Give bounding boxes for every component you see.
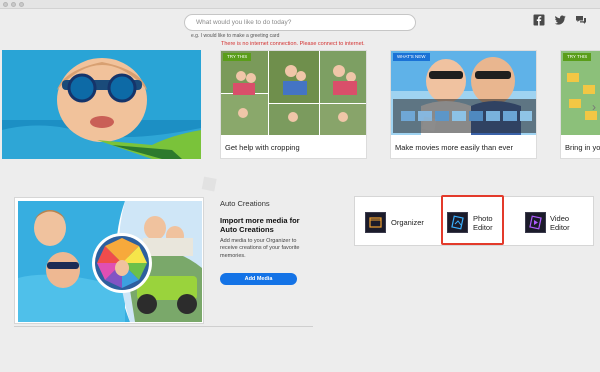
video-editor-app-button[interactable]: Video Editor <box>505 197 595 247</box>
no-connection-message: There is no internet connection. Please … <box>221 41 365 47</box>
twitter-icon[interactable] <box>554 14 566 26</box>
window-title-bar <box>0 0 600 9</box>
carousel-next-button[interactable]: › <box>590 100 598 114</box>
selected-app-highlight <box>441 195 504 245</box>
cropping-collage-image <box>221 51 366 135</box>
chat-icon[interactable] <box>575 14 587 26</box>
card-label: Make movies more easily than ever <box>395 143 513 152</box>
app-label: Video Editor <box>550 214 570 232</box>
card-tag: TRY THIS <box>223 53 252 61</box>
watermark: ◆ <box>194 167 223 198</box>
carousel-card-movies[interactable]: WHAT'S NEW Make movies more easily than … <box>390 50 537 159</box>
card-tag: WHAT'S NEW <box>393 53 430 61</box>
carousel-hero-image[interactable] <box>2 50 201 159</box>
video-editor-icon <box>525 212 546 233</box>
auto-creations-heading: Import more media for Auto Creations <box>220 216 300 234</box>
organizer-app-button[interactable]: Organizer <box>355 197 441 247</box>
add-media-button[interactable]: Add Media <box>220 273 297 285</box>
auto-creations-title: Auto Creations <box>220 199 270 208</box>
swimmer-photo <box>2 50 201 159</box>
card-label: Get help with cropping <box>225 143 300 152</box>
close-window-button[interactable] <box>3 2 8 7</box>
auto-creations-divider <box>14 326 313 327</box>
auto-creations-image <box>14 197 204 324</box>
minimize-window-button[interactable] <box>11 2 16 7</box>
zoom-window-button[interactable] <box>19 2 24 7</box>
movie-editor-image <box>391 51 536 135</box>
card-tag: TRY THIS <box>563 53 592 61</box>
search-input[interactable]: What would you like to do today? <box>184 14 416 31</box>
auto-creations-description: Add media to your Organizer to receive c… <box>220 238 300 259</box>
app-label: Organizer <box>391 218 424 227</box>
organizer-icon <box>365 212 386 233</box>
facebook-icon[interactable] <box>533 14 545 26</box>
search-hint: e.g. I would like to make a greeting car… <box>191 33 280 39</box>
card-label: Bring in you <box>565 143 600 152</box>
carousel-card-cropping[interactable]: TRY THIS Get help with cropping <box>220 50 367 159</box>
folders-image <box>561 51 600 135</box>
